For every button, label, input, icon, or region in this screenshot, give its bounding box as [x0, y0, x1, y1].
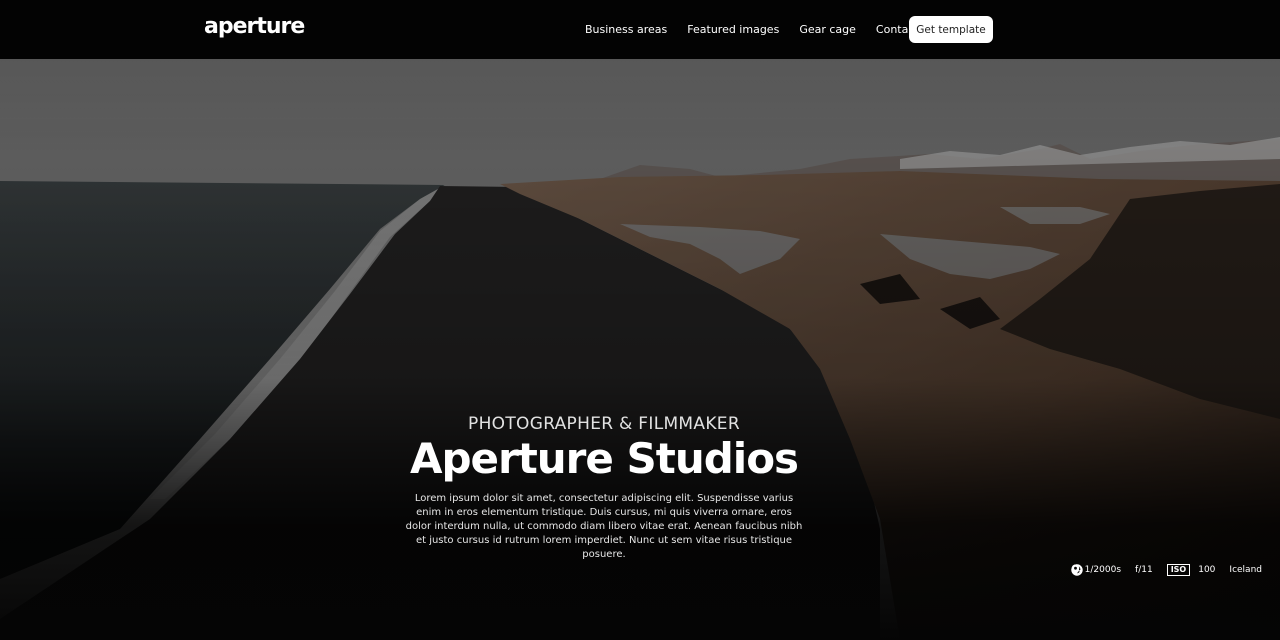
brand-logo[interactable]: aperture: [204, 14, 305, 39]
nav-link-featured-images[interactable]: Featured images: [687, 23, 779, 36]
nav-link-gear-cage[interactable]: Gear cage: [799, 23, 856, 36]
location-group: Iceland: [1071, 564, 1262, 576]
aperture-value: f/11: [1135, 565, 1153, 575]
hero-section: PHOTOGRAPHER & FILMMAKER Aperture Studio…: [0, 59, 1280, 640]
iso-value: 100: [1198, 565, 1216, 575]
nav-menu: Business areas Featured images Gear cage…: [585, 23, 939, 36]
aperture-value-group: f/11: [1070, 564, 1153, 576]
hero-description: Lorem ipsum dolor sit amet, consectetur …: [405, 493, 803, 560]
get-template-button[interactable]: Get template: [909, 16, 993, 43]
hero-eyebrow: PHOTOGRAPHER & FILMMAKER: [468, 414, 740, 434]
shutter-speed: 1/2000s: [1071, 564, 1122, 575]
location-value: Iceland: [1229, 565, 1262, 575]
location-pin-icon: [1071, 564, 1079, 576]
nav-link-business-areas[interactable]: Business areas: [585, 23, 667, 36]
iso-icon: ISO: [1166, 564, 1191, 576]
hero-content: PHOTOGRAPHER & FILMMAKER Aperture Studio…: [0, 414, 1208, 562]
camera-meta-bar: 1/2000s f/11 ISO 100 Iceland: [1070, 564, 1262, 576]
shutter-value: 1/2000s: [1084, 565, 1122, 575]
iso-group: ISO 100: [1166, 564, 1216, 576]
top-navigation: aperture Business areas Featured images …: [0, 0, 1280, 59]
hero-title: Aperture Studios: [409, 434, 799, 483]
